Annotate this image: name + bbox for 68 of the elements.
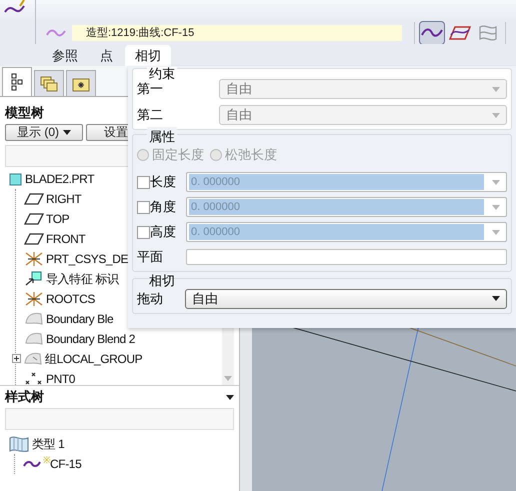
tree-item[interactable]: RIGHT [46, 190, 82, 208]
panel-tab[interactable] [66, 70, 96, 96]
tree-item[interactable]: FRONT [46, 230, 86, 248]
caret-icon [492, 230, 500, 234]
folders-icon [40, 76, 58, 92]
field-label: 第二 [137, 106, 164, 124]
checkbox[interactable] [137, 176, 150, 188]
tab[interactable]: 参照 [42, 45, 88, 66]
radio-label: 松弛长度 [225, 146, 277, 164]
radio-label: 固定长度 [152, 146, 204, 164]
feature-field[interactable]: 造型:1219:曲线:CF-15 [72, 25, 402, 41]
tool-button[interactable] [419, 21, 445, 45]
coordinate-system-icon [24, 250, 44, 266]
import-feature-icon [24, 270, 44, 286]
plane-field[interactable] [186, 248, 507, 265]
tree-item[interactable]: 组LOCAL_GROUP [45, 350, 142, 368]
tab[interactable]: 相切 [125, 45, 171, 66]
caret-icon [492, 296, 500, 301]
expand-toggle-icon[interactable] [12, 354, 21, 363]
tree-item[interactable]: Boundary Ble [46, 310, 114, 328]
blend-surface-icon [24, 310, 44, 326]
part-icon [9, 172, 23, 186]
tree-item[interactable]: PNT0 [46, 370, 76, 385]
tree-item[interactable]: 类型 1 [32, 435, 64, 453]
caret-icon [224, 376, 232, 381]
tree-item[interactable]: Boundary Blend 2 [46, 330, 136, 348]
caret-icon [492, 112, 500, 118]
tree-item[interactable]: 导入特征 标识 [46, 270, 119, 288]
plane-icon [24, 232, 44, 244]
tree-item[interactable]: ROOTCS [46, 290, 95, 308]
caret-icon [492, 180, 500, 184]
group-title: 约束 [147, 67, 177, 80]
modified-marker: ※ [43, 454, 51, 465]
surface-icon [478, 24, 498, 42]
tree-item[interactable]: PRT_CSYS_DE [46, 250, 128, 268]
checkbox-label: 高度 [150, 223, 177, 242]
toolbar-button[interactable]: 显示 (0) [5, 124, 83, 140]
tree-item[interactable]: TOP [46, 210, 70, 228]
surface-curve-icon [449, 25, 471, 41]
group-icon [23, 350, 43, 366]
curve-icon [46, 28, 66, 38]
field-label: 平面 [137, 248, 164, 266]
panel-heading: 模型树 [5, 104, 44, 122]
checkbox-label: 长度 [150, 173, 177, 192]
field-label: 拖动 [137, 290, 164, 308]
surface-type-icon [8, 435, 30, 453]
caret-icon [226, 394, 234, 400]
caret-icon [492, 204, 500, 210]
group-title: 相切 [148, 272, 176, 290]
blend-surface-icon [24, 330, 44, 346]
tree-item[interactable]: CF-15 [50, 455, 82, 473]
panel-tab[interactable] [2, 67, 32, 96]
tree-item[interactable]: BLADE2.PRT [25, 170, 94, 188]
curve-icon [421, 27, 443, 39]
coordinate-system-icon [24, 290, 44, 306]
plane-icon [24, 192, 44, 204]
tree-structure-icon [11, 73, 23, 91]
drag-dropdown[interactable]: 自由 [185, 288, 507, 308]
checkbox[interactable] [137, 200, 150, 214]
checkbox-label: 角度 [150, 198, 177, 216]
checkbox[interactable] [137, 226, 150, 238]
panel-heading: 样式树 [5, 388, 44, 406]
tab[interactable]: 点 [90, 45, 123, 66]
field-label: 第一 [137, 80, 164, 98]
caret-icon [492, 86, 500, 92]
datum-point-icon [24, 370, 44, 385]
plane-icon [24, 212, 44, 224]
curve-icon [23, 459, 41, 469]
